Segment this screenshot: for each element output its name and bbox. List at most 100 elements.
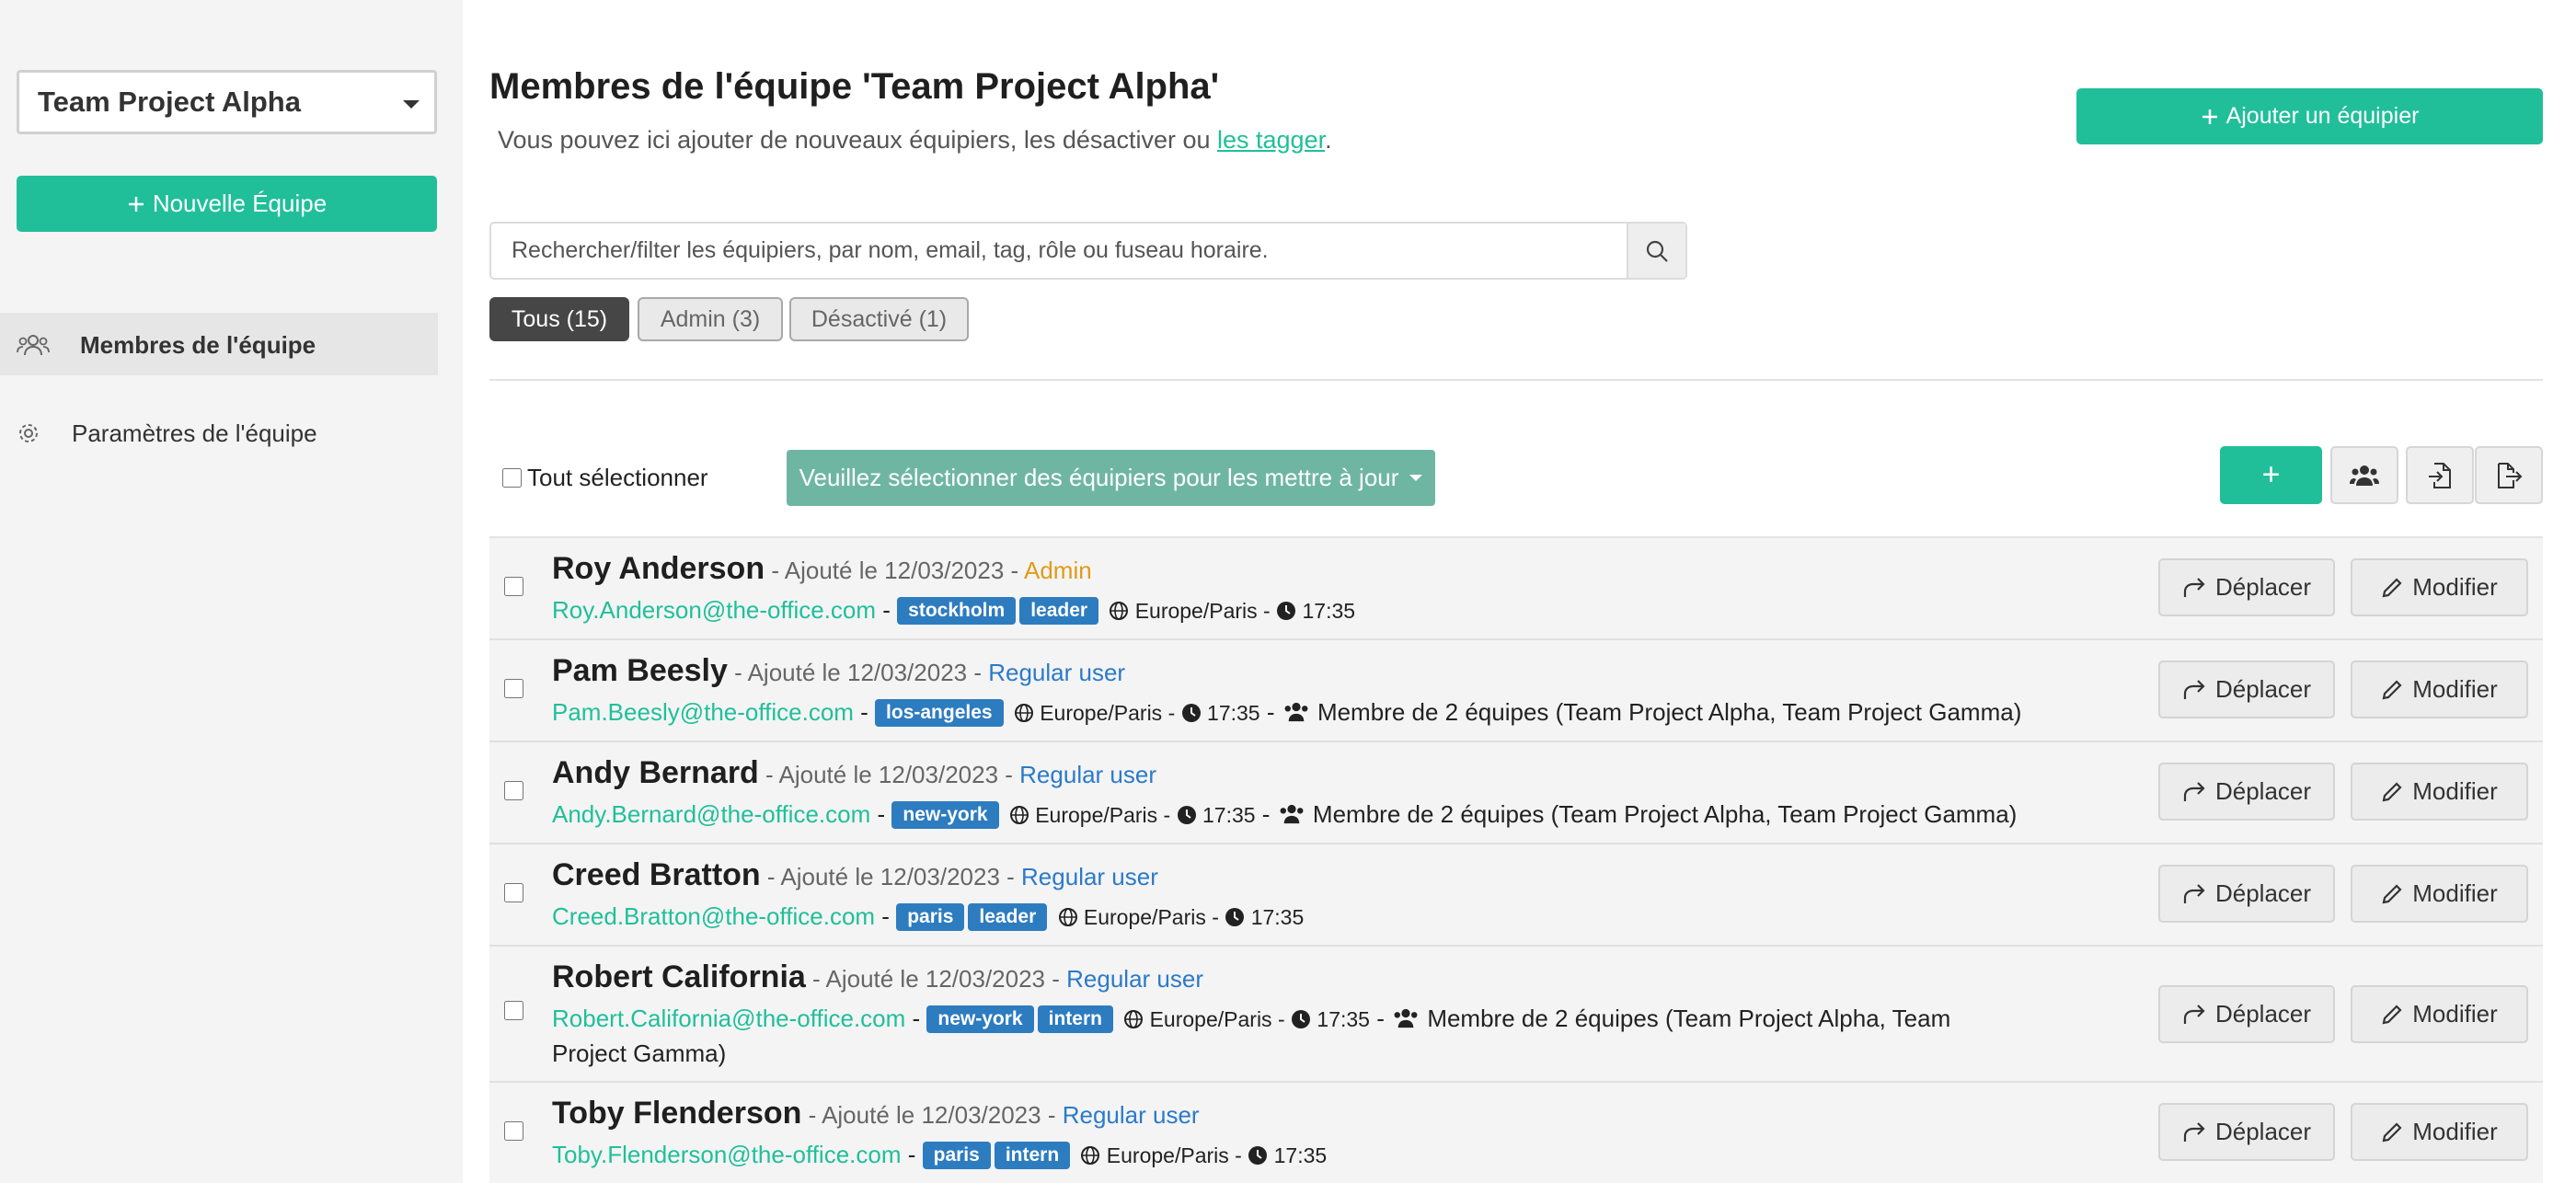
member-email[interactable]: Pam.Beesly@the-office.com xyxy=(552,698,854,726)
member-timezone: Europe/Paris xyxy=(1134,599,1258,623)
globe-icon xyxy=(1009,806,1029,824)
edit-button[interactable]: Modifier xyxy=(2351,558,2528,616)
move-button[interactable]: Déplacer xyxy=(2158,558,2335,616)
select-all-checkbox[interactable] xyxy=(502,468,522,488)
member-row: Pam Beesly - Ajouté le 12/03/2023 - Regu… xyxy=(489,640,2543,742)
member-role: Regular user xyxy=(1019,761,1157,788)
member-added: Ajouté le 12/03/2023 xyxy=(747,659,968,686)
member-row: Roy Anderson - Ajouté le 12/03/2023 - Ad… xyxy=(489,538,2543,640)
member-added: Ajouté le 12/03/2023 xyxy=(780,863,1000,890)
plus-icon xyxy=(2202,109,2217,124)
sidebar-item-team-members[interactable]: Membres de l'équipe xyxy=(0,313,438,375)
member-checkbox[interactable] xyxy=(504,679,523,698)
member-name: Creed Bratton xyxy=(552,857,761,892)
member-role: Regular user xyxy=(1021,863,1158,890)
member-name: Andy Bernard xyxy=(552,755,759,790)
member-timezone: Europe/Paris xyxy=(1106,1143,1229,1167)
member-header: Toby Flenderson - Ajouté le 12/03/2023 -… xyxy=(552,1096,1200,1131)
member-name: Toby Flenderson xyxy=(552,1096,802,1131)
sidebar-item-label: Paramètres de l'équipe xyxy=(72,419,317,447)
edit-button[interactable]: Modifier xyxy=(2351,865,2528,923)
member-role: Regular user xyxy=(988,659,1126,686)
sidebar-item-team-settings[interactable]: Paramètres de l'équipe xyxy=(0,401,438,464)
new-team-label: Nouvelle Équipe xyxy=(152,190,328,217)
member-email[interactable]: Roy.Anderson@the-office.com xyxy=(552,596,876,624)
users-icon xyxy=(1284,702,1308,722)
member-tag: leader xyxy=(1019,597,1099,625)
member-checkbox[interactable] xyxy=(504,1001,523,1020)
move-button[interactable]: Déplacer xyxy=(2158,763,2335,821)
new-team-button[interactable]: Nouvelle Équipe xyxy=(17,176,437,232)
move-button[interactable]: Déplacer xyxy=(2158,985,2335,1043)
filter-admin[interactable]: Admin (3) xyxy=(638,297,783,341)
edit-label: Modifier xyxy=(2412,573,2498,601)
globe-icon xyxy=(1058,908,1077,926)
move-label: Déplacer xyxy=(2214,573,2312,601)
filter-disabled[interactable]: Désactivé (1) xyxy=(789,297,969,341)
share-arrow-icon xyxy=(2183,1121,2205,1142)
select-all[interactable]: Tout sélectionner xyxy=(502,464,708,492)
add-member-label: Ajouter un équipier xyxy=(2225,103,2420,129)
member-added: Ajouté le 12/03/2023 xyxy=(822,1101,1041,1129)
tag-link[interactable]: les tagger xyxy=(1217,126,1325,154)
member-added: Ajouté le 12/03/2023 xyxy=(784,557,1005,584)
search-input[interactable] xyxy=(491,224,1630,278)
filter-all[interactable]: Tous (15) xyxy=(489,297,629,341)
member-timezone: Europe/Paris xyxy=(1083,905,1206,929)
clock-icon xyxy=(1248,1146,1268,1165)
bulk-update-dropdown[interactable]: Veuillez sélectionner des équipiers pour… xyxy=(787,450,1435,506)
search-button[interactable] xyxy=(1627,224,1685,278)
move-label: Déplacer xyxy=(2214,675,2312,703)
move-button[interactable]: Déplacer xyxy=(2158,865,2335,923)
pencil-icon xyxy=(2382,883,2402,903)
globe-icon xyxy=(1124,1010,1144,1028)
edit-label: Modifier xyxy=(2412,1118,2498,1145)
member-tag: stockholm xyxy=(897,597,1017,625)
pencil-icon xyxy=(2382,781,2402,801)
edit-button[interactable]: Modifier xyxy=(2351,1103,2528,1161)
globe-icon xyxy=(1014,704,1033,722)
edit-label: Modifier xyxy=(2412,675,2498,703)
edit-button[interactable]: Modifier xyxy=(2351,763,2528,821)
edit-button[interactable]: Modifier xyxy=(2351,985,2528,1043)
subtitle-text: Vous pouvez ici ajouter de nouveaux équi… xyxy=(498,126,1217,154)
member-details: Roy.Anderson@the-office.com - stockholm l… xyxy=(552,596,1356,625)
member-role: Regular user xyxy=(1066,965,1203,993)
member-email[interactable]: Robert.California@the-office.com xyxy=(552,1005,905,1032)
member-checkbox[interactable] xyxy=(504,781,523,800)
member-role: Admin xyxy=(1023,557,1092,584)
users-icon xyxy=(1280,804,1304,824)
member-checkbox[interactable] xyxy=(504,883,523,902)
search-bar xyxy=(489,222,1687,280)
member-time: 17:35 xyxy=(1317,1007,1370,1031)
add-member-button[interactable]: Ajouter un équipier xyxy=(2076,88,2543,144)
member-email[interactable]: Andy.Bernard@the-office.com xyxy=(552,800,870,828)
move-button[interactable]: Déplacer xyxy=(2158,1103,2335,1161)
member-actions: Déplacer Modifier xyxy=(2158,1103,2528,1161)
member-time: 17:35 xyxy=(1202,803,1256,827)
member-name: Roy Anderson xyxy=(552,551,765,586)
member-checkbox[interactable] xyxy=(504,1121,523,1141)
group-users-button[interactable] xyxy=(2330,446,2398,504)
edit-button[interactable]: Modifier xyxy=(2351,660,2528,718)
share-arrow-icon xyxy=(2183,679,2205,699)
team-select[interactable]: Team Project Alpha xyxy=(17,70,437,134)
member-tag: los-angeles xyxy=(875,699,1004,727)
export-button[interactable] xyxy=(2475,446,2543,504)
member-header: Pam Beesly - Ajouté le 12/03/2023 - Regu… xyxy=(552,653,1126,688)
member-header: Creed Bratton - Ajouté le 12/03/2023 - R… xyxy=(552,857,1158,892)
member-tag: paris xyxy=(922,1142,991,1169)
move-button[interactable]: Déplacer xyxy=(2158,660,2335,718)
add-button[interactable]: + xyxy=(2220,446,2322,504)
member-email[interactable]: Toby.Flenderson@the-office.com xyxy=(552,1141,902,1168)
users-icon xyxy=(1394,1008,1418,1028)
users-icon xyxy=(2350,465,2379,486)
share-arrow-icon xyxy=(2183,1004,2205,1024)
sidebar-item-label: Membres de l'équipe xyxy=(80,331,316,359)
select-all-label: Tout sélectionner xyxy=(527,464,708,491)
member-email[interactable]: Creed.Bratton@the-office.com xyxy=(552,902,875,930)
member-tag: new-york xyxy=(891,801,999,829)
import-button[interactable] xyxy=(2406,446,2474,504)
member-tag: paris xyxy=(896,903,965,931)
member-checkbox[interactable] xyxy=(504,577,523,596)
